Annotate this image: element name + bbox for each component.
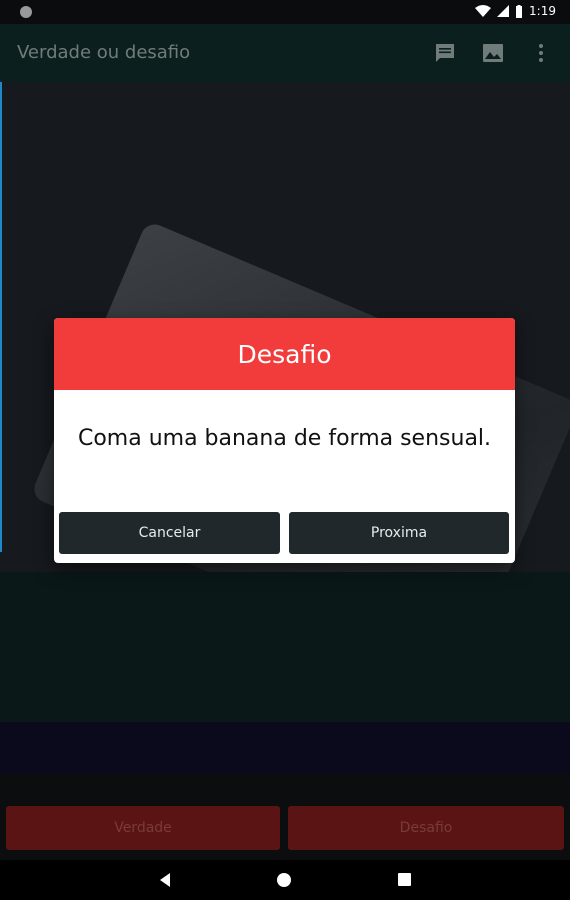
- dare-dialog: Desafio Coma uma banana de forma sensual…: [54, 318, 515, 563]
- dialog-header: Desafio: [54, 318, 515, 390]
- navigation-bar: [0, 860, 570, 900]
- home-icon[interactable]: [277, 873, 291, 887]
- recents-icon[interactable]: [398, 873, 411, 886]
- cancel-button[interactable]: Cancelar: [59, 512, 280, 554]
- next-button[interactable]: Proxima: [289, 512, 509, 554]
- notification-icon: [20, 6, 32, 18]
- image-icon[interactable]: [480, 40, 506, 66]
- signal-icon: [497, 5, 510, 17]
- status-icons: 1:19: [475, 4, 556, 18]
- dare-button[interactable]: Desafio: [288, 806, 564, 850]
- app-title: Verdade ou desafio: [17, 42, 191, 63]
- battery-icon: [515, 4, 523, 18]
- wifi-icon: [475, 5, 492, 17]
- truth-button[interactable]: Verdade: [6, 806, 280, 850]
- left-accent: [0, 82, 2, 552]
- ad-band: [0, 722, 570, 774]
- dialog-message: Coma uma banana de forma sensual.: [77, 426, 492, 451]
- content-band: [0, 572, 570, 722]
- more-vert-icon[interactable]: [528, 40, 554, 66]
- dialog-title: Desafio: [237, 339, 332, 369]
- status-time: 1:19: [529, 4, 556, 18]
- app-bar: Verdade ou desafio: [0, 24, 570, 82]
- back-icon[interactable]: [158, 872, 172, 892]
- status-bar: 1:19: [0, 0, 570, 24]
- chat-icon[interactable]: [432, 40, 458, 66]
